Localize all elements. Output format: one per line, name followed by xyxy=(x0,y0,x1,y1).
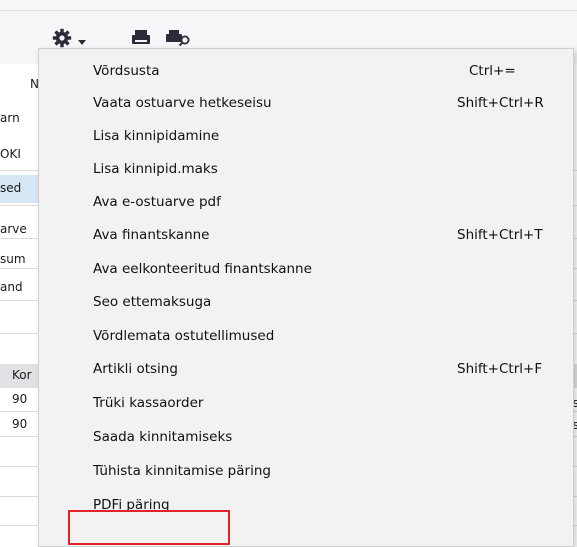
chevron-down-icon xyxy=(78,35,86,45)
menu-item-vaata-ostuarve-hetkeseisu[interactable]: Vaata ostuarve hetkeseisu Shift+Ctrl+R xyxy=(39,89,573,121)
menu-item-label: Tühista kinnitamise päring xyxy=(93,463,271,479)
menu-item-vordsusta[interactable]: Võrdsusta Ctrl+= xyxy=(39,57,573,89)
highlight-box xyxy=(68,510,230,545)
menu-item-ava-eelkonteeritud-finantskanne[interactable]: Ava eelkonteeritud finantskanne xyxy=(39,255,573,287)
menu-item-saada-kinnitamiseks[interactable]: Saada kinnitamiseks xyxy=(39,423,573,455)
menu-item-label: Ava finantskanne xyxy=(93,227,210,243)
menu-item-ava-finantskanne[interactable]: Ava finantskanne Shift+Ctrl+T xyxy=(39,221,573,253)
menu-item-seo-ettemaksuga[interactable]: Seo ettemaksuga xyxy=(39,288,573,320)
printer-icon xyxy=(131,29,151,47)
grid-cell: 90 xyxy=(12,417,28,431)
toolbar-divider xyxy=(0,10,577,11)
settings-menu-button[interactable] xyxy=(48,26,96,50)
menu-item-label: Võrdsusta xyxy=(93,63,160,79)
context-menu: Võrdsusta Ctrl+= Vaata ostuarve hetkesei… xyxy=(38,48,574,547)
menu-item-label: Võrdlemata ostutellimused xyxy=(93,328,275,344)
bg-label: OKI xyxy=(0,147,21,161)
menu-item-truki-kassaorder[interactable]: Trüki kassaorder xyxy=(39,389,573,421)
menu-item-artikli-otsing[interactable]: Artikli otsing Shift+Ctrl+F xyxy=(39,355,573,387)
menu-item-label: Vaata ostuarve hetkeseisu xyxy=(93,95,272,111)
menu-item-tuhista-kinnitamise-paring[interactable]: Tühista kinnitamise päring xyxy=(39,457,573,489)
grid-cell: 90 xyxy=(12,392,28,406)
menu-item-shortcut: Shift+Ctrl+T xyxy=(457,227,543,243)
menu-item-label: Trüki kassaorder xyxy=(93,395,204,411)
menu-item-label: Lisa kinnipid.maks xyxy=(93,161,218,177)
gear-icon xyxy=(52,28,72,48)
bg-label: arve xyxy=(0,222,27,236)
menu-item-lisa-kinnipidamine[interactable]: Lisa kinnipidamine xyxy=(39,122,573,154)
menu-item-label: Artikli otsing xyxy=(93,361,178,377)
bg-label: sum xyxy=(0,252,26,266)
menu-item-shortcut: Shift+Ctrl+R xyxy=(457,95,544,111)
menu-item-ava-e-ostuarve-pdf[interactable]: Ava e-ostuarve pdf xyxy=(39,188,573,220)
menu-item-shortcut: Shift+Ctrl+F xyxy=(457,361,543,377)
print-preview-button[interactable] xyxy=(164,26,194,50)
bg-label: sed xyxy=(0,181,22,195)
menu-item-shortcut: Ctrl+= xyxy=(469,63,516,79)
print-preview-icon xyxy=(166,29,192,47)
menu-item-lisa-kinnipid-maks[interactable]: Lisa kinnipid.maks xyxy=(39,155,573,187)
menu-item-label: Ava e-ostuarve pdf xyxy=(93,194,221,210)
bg-label: arn xyxy=(0,111,20,125)
bg-label: and xyxy=(0,280,23,294)
menu-item-label: Saada kinnitamiseks xyxy=(93,429,233,445)
menu-item-vordlemata-ostutellimused[interactable]: Võrdlemata ostutellimused xyxy=(39,322,573,354)
menu-item-label: Seo ettemaksuga xyxy=(93,294,212,310)
menu-item-label: Lisa kinnipidamine xyxy=(93,128,220,144)
menu-item-label: Ava eelkonteeritud finantskanne xyxy=(93,261,312,277)
print-button[interactable] xyxy=(128,26,154,50)
